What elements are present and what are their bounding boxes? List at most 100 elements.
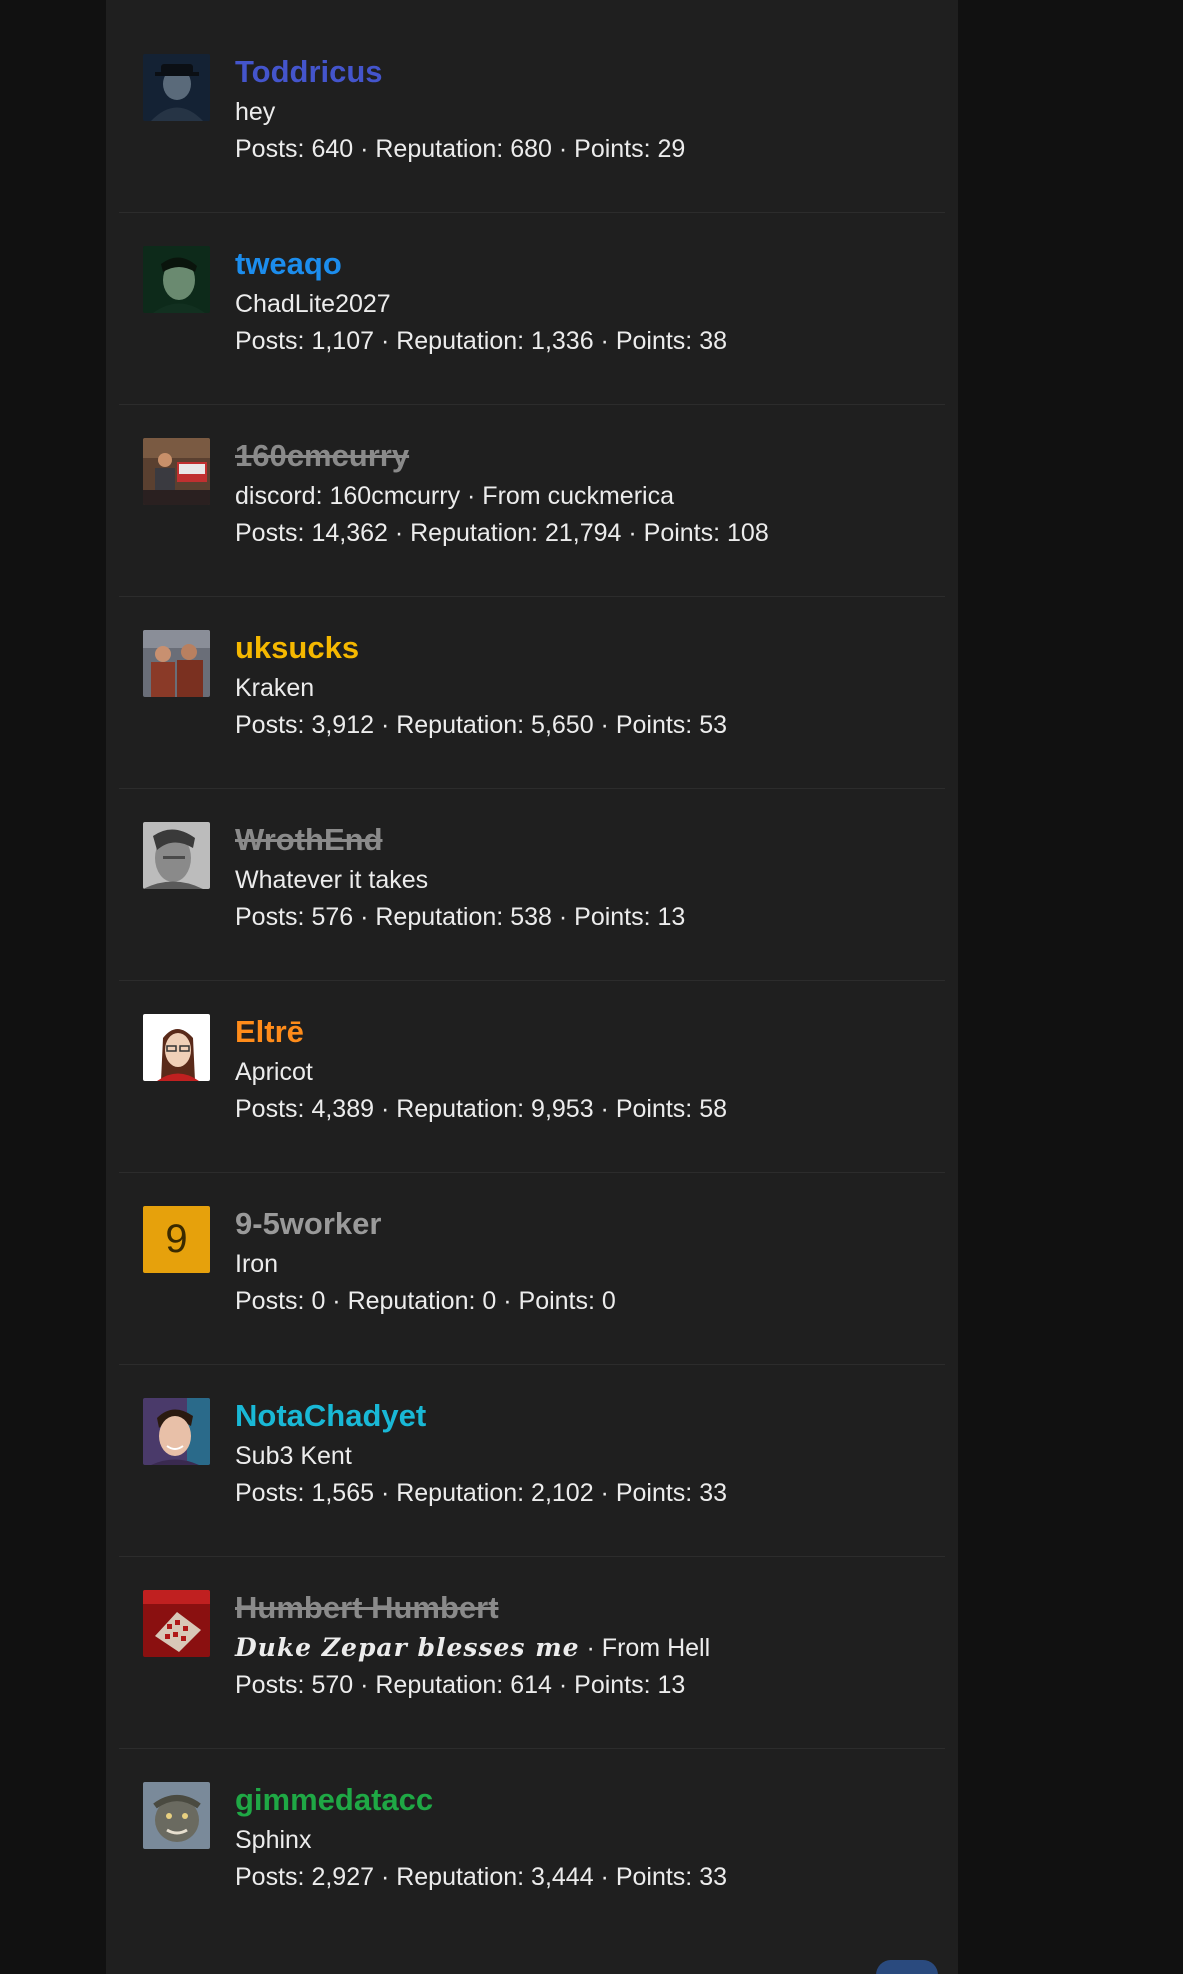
separator: · bbox=[387, 519, 411, 547]
member-name-link[interactable]: gimmedatacc bbox=[235, 1781, 935, 1819]
avatar[interactable] bbox=[143, 246, 210, 313]
member-name-link[interactable]: Eltrē bbox=[235, 1013, 935, 1051]
member-stats: Posts: 4,389 · Reputation: 9,953 · Point… bbox=[235, 1090, 935, 1128]
points-count: 53 bbox=[699, 711, 728, 739]
member-title: Whatever it takes bbox=[235, 862, 935, 898]
list-item: 160cmcurry discord: 160cmcurry · From cu… bbox=[119, 405, 945, 597]
posts-count: 3,912 bbox=[311, 711, 374, 739]
member-stats: Posts: 1,107 · Reputation: 1,336 · Point… bbox=[235, 322, 935, 360]
member-title-text: hey bbox=[235, 98, 276, 126]
member-title: Apricot bbox=[235, 1054, 935, 1090]
points-count: 13 bbox=[657, 1671, 686, 1699]
list-item: uksucks Kraken Posts: 3,912 · Reputation… bbox=[119, 597, 945, 789]
member-name-link[interactable]: 9-5worker bbox=[235, 1205, 935, 1243]
separator: · bbox=[579, 1634, 602, 1662]
posts-label: Posts: bbox=[235, 1863, 305, 1891]
member-title-text: ChadLite2027 bbox=[235, 290, 391, 318]
points-label: Points: bbox=[615, 1863, 693, 1891]
member-name-link[interactable]: NotaChadyet bbox=[235, 1397, 935, 1435]
member-name-link[interactable]: Toddricus bbox=[235, 53, 935, 91]
separator: · bbox=[374, 1095, 397, 1123]
points-label: Points: bbox=[615, 1095, 693, 1123]
avatar[interactable] bbox=[143, 1782, 210, 1849]
page: Toddricus hey Posts: 640 · Reputation: 6… bbox=[0, 0, 1183, 1974]
avatar[interactable] bbox=[143, 438, 210, 505]
member-title-text: Iron bbox=[235, 1250, 279, 1278]
separator: · bbox=[551, 903, 575, 931]
avatar[interactable] bbox=[143, 1590, 210, 1657]
separator: · bbox=[496, 1287, 519, 1315]
separator: · bbox=[374, 1863, 397, 1891]
separator: · bbox=[593, 1479, 616, 1507]
scroll-top-button[interactable] bbox=[876, 1960, 938, 1974]
avatar[interactable] bbox=[143, 1014, 210, 1081]
avatar[interactable] bbox=[143, 1398, 210, 1465]
posts-label: Posts: bbox=[235, 1287, 305, 1315]
separator: · bbox=[374, 711, 397, 739]
posts-label: Posts: bbox=[235, 1095, 305, 1123]
member-title: discord: 160cmcurry · From cuckmerica bbox=[235, 478, 935, 514]
points-count: 29 bbox=[657, 135, 686, 163]
posts-count: 1,565 bbox=[311, 1479, 374, 1507]
posts-label: Posts: bbox=[235, 903, 305, 931]
member-title: Sphinx bbox=[235, 1822, 935, 1858]
member-name-link[interactable]: uksucks bbox=[235, 629, 935, 667]
list-item: NotaChadyet Sub3 Kent Posts: 1,565 · Rep… bbox=[119, 1365, 945, 1557]
member-location: From Hell bbox=[601, 1634, 711, 1662]
points-count: 38 bbox=[699, 327, 728, 355]
reputation-count: 2,102 bbox=[531, 1479, 594, 1507]
member-title-text: discord: 160cmcurry bbox=[235, 482, 461, 510]
points-label: Points: bbox=[518, 1287, 595, 1315]
member-name-link[interactable]: Humbert Humbert bbox=[235, 1589, 935, 1627]
member-name-link[interactable]: WrothEnd bbox=[235, 821, 935, 859]
reputation-count: 614 bbox=[510, 1671, 552, 1699]
list-item: Eltrē Apricot Posts: 4,389 · Reputation:… bbox=[119, 981, 945, 1173]
reputation-label: Reputation: bbox=[410, 519, 538, 547]
posts-label: Posts: bbox=[235, 711, 305, 739]
posts-count: 640 bbox=[311, 135, 354, 163]
reputation-label: Reputation: bbox=[396, 1479, 525, 1507]
points-label: Points: bbox=[615, 327, 693, 355]
member-name-link[interactable]: tweaqo bbox=[235, 245, 935, 283]
posts-count: 576 bbox=[311, 903, 354, 931]
points-count: 33 bbox=[699, 1863, 728, 1891]
avatar[interactable] bbox=[143, 822, 210, 889]
separator: · bbox=[325, 1287, 348, 1315]
avatar[interactable] bbox=[143, 54, 210, 121]
points-label: Points: bbox=[574, 903, 651, 931]
reputation-label: Reputation: bbox=[347, 1287, 476, 1315]
reputation-count: 5,650 bbox=[531, 711, 594, 739]
member-stats: Posts: 1,565 · Reputation: 2,102 · Point… bbox=[235, 1474, 935, 1512]
separator: · bbox=[551, 1671, 575, 1699]
member-title-text: Sphinx bbox=[235, 1826, 312, 1854]
separator: · bbox=[374, 327, 397, 355]
points-count: 58 bbox=[699, 1095, 728, 1123]
member-title: hey bbox=[235, 94, 935, 130]
posts-count: 4,389 bbox=[311, 1095, 374, 1123]
list-item: WrothEnd Whatever it takes Posts: 576 · … bbox=[119, 789, 945, 981]
member-title-text: Whatever it takes bbox=[235, 866, 429, 894]
member-stats: Posts: 570 · Reputation: 614 · Points: 1… bbox=[235, 1666, 935, 1704]
separator: · bbox=[353, 1671, 376, 1699]
reputation-label: Reputation: bbox=[375, 1671, 504, 1699]
member-title: Iron bbox=[235, 1246, 935, 1282]
separator: · bbox=[593, 1095, 616, 1123]
member-list-panel: Toddricus hey Posts: 640 · Reputation: 6… bbox=[106, 0, 958, 1974]
posts-count: 14,362 bbox=[311, 519, 388, 547]
member-name-link[interactable]: 160cmcurry bbox=[235, 437, 935, 475]
reputation-count: 21,794 bbox=[544, 519, 622, 547]
member-title: Sub3 Kent bbox=[235, 1438, 935, 1474]
list-item: Toddricus hey Posts: 640 · Reputation: 6… bbox=[119, 21, 945, 213]
member-location: From cuckmerica bbox=[482, 482, 674, 510]
separator: · bbox=[593, 711, 616, 739]
avatar[interactable] bbox=[143, 630, 210, 697]
posts-label: Posts: bbox=[235, 135, 305, 163]
reputation-label: Reputation: bbox=[375, 135, 504, 163]
separator: · bbox=[621, 519, 644, 547]
member-stats: Posts: 0 · Reputation: 0 · Points: 0 bbox=[235, 1282, 935, 1320]
reputation-count: 3,444 bbox=[531, 1863, 594, 1891]
avatar-letter[interactable]: 9 bbox=[143, 1206, 210, 1273]
member-title: ChadLite2027 bbox=[235, 286, 935, 322]
posts-count: 1,107 bbox=[311, 327, 374, 355]
reputation-count: 680 bbox=[510, 135, 552, 163]
